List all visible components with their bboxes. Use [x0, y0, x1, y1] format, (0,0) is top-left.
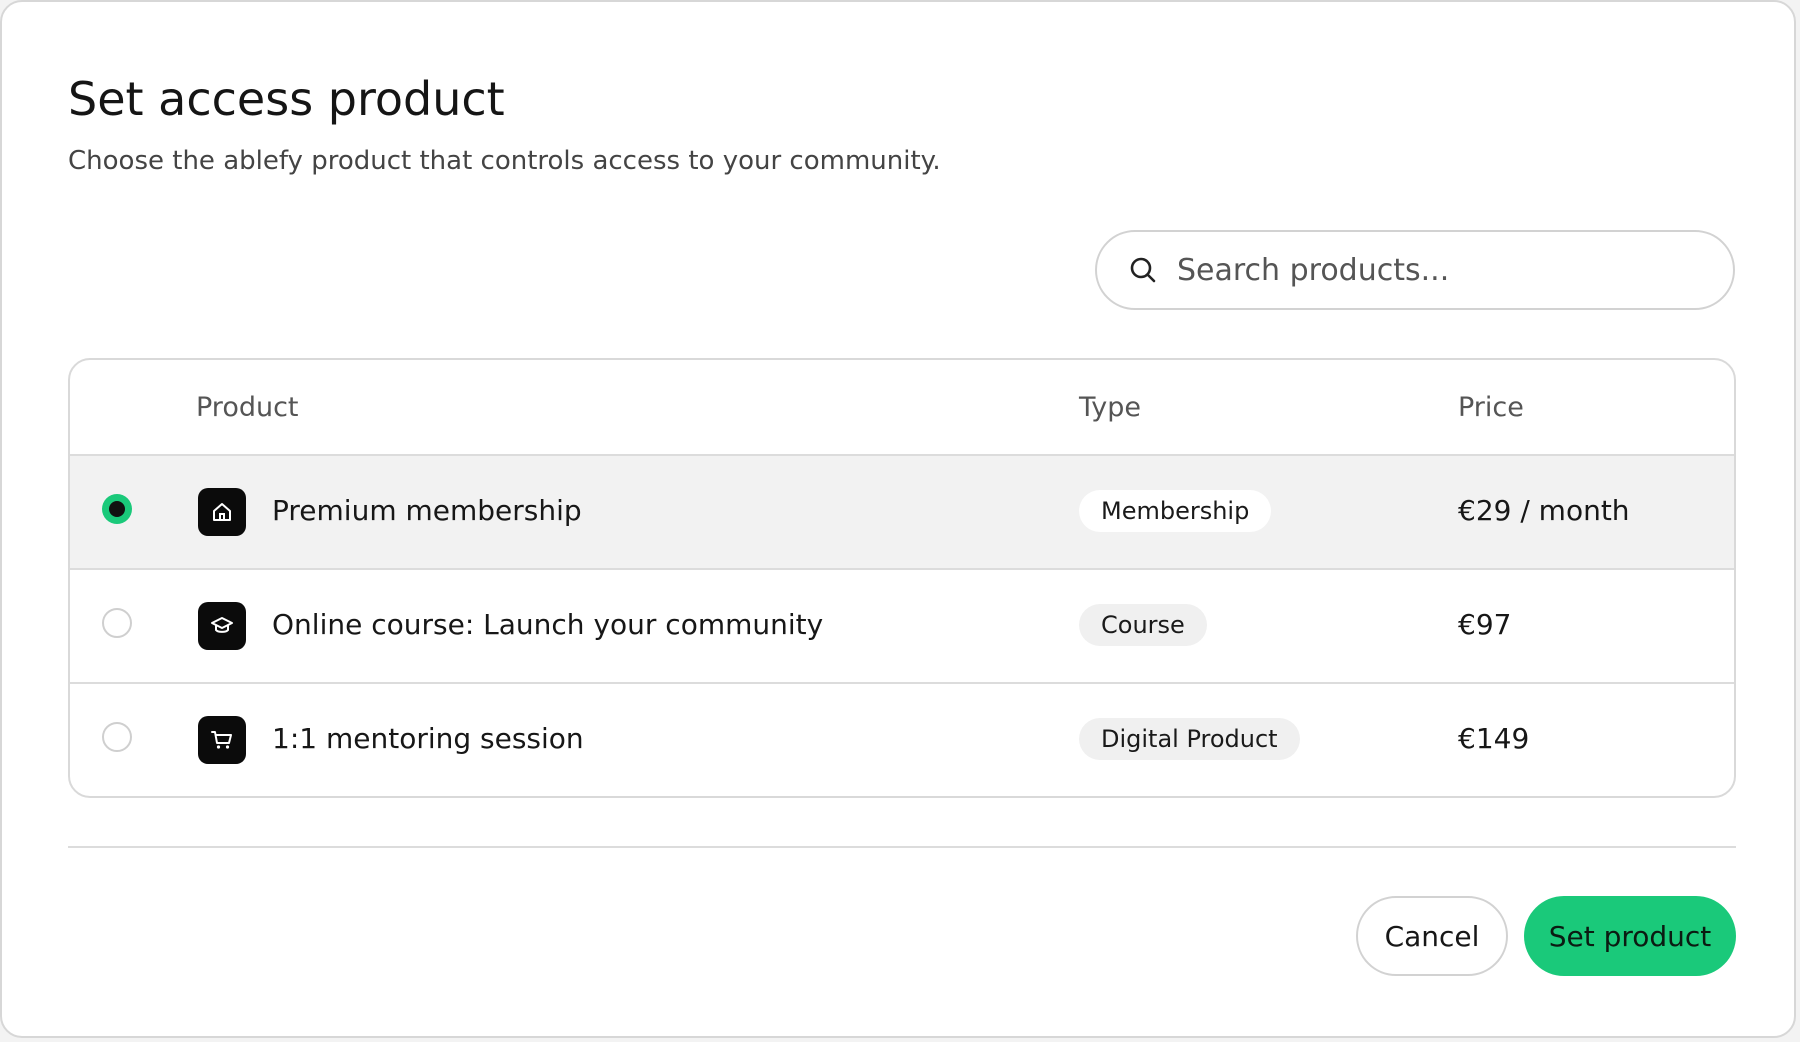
- row-radio[interactable]: [102, 722, 132, 752]
- table-row[interactable]: Premium membership Membership €29 / mont…: [70, 456, 1734, 570]
- graduation-cap-icon: [198, 602, 246, 650]
- footer-divider: [68, 846, 1736, 848]
- table-header: Product Type Price: [70, 360, 1734, 456]
- product-price: €97: [1458, 608, 1512, 641]
- cancel-button[interactable]: Cancel: [1356, 896, 1508, 976]
- column-header-price: Price: [1458, 392, 1524, 423]
- dialog-subtitle: Choose the ablefy product that controls …: [68, 146, 941, 176]
- product-name: 1:1 mentoring session: [272, 722, 584, 755]
- table-row[interactable]: Online course: Launch your community Cou…: [70, 570, 1734, 684]
- product-name: Premium membership: [272, 494, 582, 527]
- row-radio-selected[interactable]: [102, 494, 132, 524]
- products-table: Product Type Price Premium membership Me…: [68, 358, 1736, 798]
- column-header-product: Product: [196, 392, 299, 423]
- product-price: €29 / month: [1458, 494, 1630, 527]
- product-type-badge: Membership: [1079, 490, 1272, 532]
- column-header-type: Type: [1079, 392, 1142, 423]
- set-product-button[interactable]: Set product: [1524, 896, 1736, 976]
- product-name: Online course: Launch your community: [272, 608, 824, 641]
- set-access-product-dialog: Set access product Choose the ablefy pro…: [0, 0, 1796, 1038]
- dialog-title: Set access product: [68, 72, 505, 126]
- shopping-cart-icon: [198, 716, 246, 764]
- search-box[interactable]: [1095, 230, 1735, 310]
- search-icon: [1130, 257, 1156, 283]
- table-row[interactable]: 1:1 mentoring session Digital Product €1…: [70, 684, 1734, 796]
- product-type-badge: Course: [1079, 604, 1207, 646]
- product-price: €149: [1458, 722, 1530, 755]
- row-radio[interactable]: [102, 608, 132, 638]
- search-input[interactable]: [1175, 251, 1679, 289]
- product-type-badge: Digital Product: [1079, 718, 1300, 760]
- home-icon: [198, 488, 246, 536]
